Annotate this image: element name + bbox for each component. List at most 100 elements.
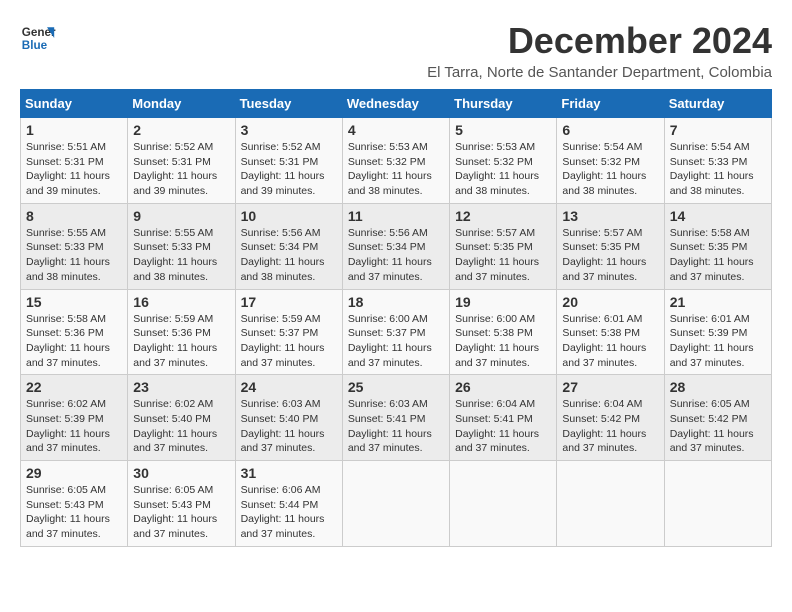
calendar-cell: 29Sunrise: 6:05 AM Sunset: 5:43 PM Dayli… <box>21 461 128 547</box>
day-number: 4 <box>348 122 444 138</box>
day-info: Sunrise: 5:52 AM Sunset: 5:31 PM Dayligh… <box>133 140 229 199</box>
day-info: Sunrise: 6:02 AM Sunset: 5:39 PM Dayligh… <box>26 397 122 456</box>
day-number: 28 <box>670 379 766 395</box>
day-number: 14 <box>670 208 766 224</box>
day-info: Sunrise: 5:59 AM Sunset: 5:37 PM Dayligh… <box>241 312 337 371</box>
calendar-cell <box>342 461 449 547</box>
calendar-cell: 3 Sunrise: 5:52 AM Sunset: 5:31 PM Daylig… <box>235 118 342 204</box>
day-info: Sunrise: 5:58 AM Sunset: 5:36 PM Dayligh… <box>26 312 122 371</box>
day-number: 29 <box>26 465 122 481</box>
day-number: 26 <box>455 379 551 395</box>
week-row-1: 1 Sunrise: 5:51 AM Sunset: 5:31 PM Daylig… <box>21 118 772 204</box>
calendar-cell <box>557 461 664 547</box>
calendar-cell: 9 Sunrise: 5:55 AM Sunset: 5:33 PM Daylig… <box>128 203 235 289</box>
day-number: 15 <box>26 294 122 310</box>
month-title: December 2024 <box>427 20 772 62</box>
day-number: 1 <box>26 122 122 138</box>
day-info: Sunrise: 6:05 AM Sunset: 5:42 PM Dayligh… <box>670 397 766 456</box>
calendar-cell: 23 Sunrise: 6:02 AM Sunset: 5:40 PM Dayli… <box>128 375 235 461</box>
day-number: 2 <box>133 122 229 138</box>
calendar-cell: 24 Sunrise: 6:03 AM Sunset: 5:40 PM Dayli… <box>235 375 342 461</box>
day-info: Sunrise: 5:52 AM Sunset: 5:31 PM Dayligh… <box>241 140 337 199</box>
calendar-cell: 4 Sunrise: 5:53 AM Sunset: 5:32 PM Daylig… <box>342 118 449 204</box>
day-info: Sunrise: 5:54 AM Sunset: 5:33 PM Dayligh… <box>670 140 766 199</box>
day-info: Sunrise: 5:57 AM Sunset: 5:35 PM Dayligh… <box>562 226 658 285</box>
day-info: Sunrise: 5:53 AM Sunset: 5:32 PM Dayligh… <box>455 140 551 199</box>
day-number: 23 <box>133 379 229 395</box>
calendar-cell: 7 Sunrise: 5:54 AM Sunset: 5:33 PM Daylig… <box>664 118 771 204</box>
day-info: Sunrise: 6:03 AM Sunset: 5:40 PM Dayligh… <box>241 397 337 456</box>
day-number: 9 <box>133 208 229 224</box>
day-info: Sunrise: 6:02 AM Sunset: 5:40 PM Dayligh… <box>133 397 229 456</box>
day-info: Sunrise: 6:01 AM Sunset: 5:39 PM Dayligh… <box>670 312 766 371</box>
day-number: 30 <box>133 465 229 481</box>
day-number: 18 <box>348 294 444 310</box>
calendar-cell: 20Sunrise: 6:01 AM Sunset: 5:38 PM Dayli… <box>557 289 664 375</box>
svg-text:Blue: Blue <box>22 39 48 52</box>
calendar-cell: 12Sunrise: 5:57 AM Sunset: 5:35 PM Dayli… <box>450 203 557 289</box>
calendar-cell: 19 Sunrise: 6:00 AM Sunset: 5:38 PM Dayli… <box>450 289 557 375</box>
location-subtitle: El Tarra, Norte de Santander Department,… <box>427 64 772 81</box>
calendar-table: SundayMondayTuesdayWednesdayThursdayFrid… <box>20 89 772 547</box>
calendar-cell: 21 Sunrise: 6:01 AM Sunset: 5:39 PM Dayli… <box>664 289 771 375</box>
calendar-cell: 25 Sunrise: 6:03 AM Sunset: 5:41 PM Dayli… <box>342 375 449 461</box>
week-row-3: 15 Sunrise: 5:58 AM Sunset: 5:36 PM Dayli… <box>21 289 772 375</box>
weekday-thursday: Thursday <box>450 90 557 118</box>
week-row-5: 29Sunrise: 6:05 AM Sunset: 5:43 PM Dayli… <box>21 461 772 547</box>
calendar-cell: 13Sunrise: 5:57 AM Sunset: 5:35 PM Dayli… <box>557 203 664 289</box>
weekday-wednesday: Wednesday <box>342 90 449 118</box>
day-info: Sunrise: 6:00 AM Sunset: 5:37 PM Dayligh… <box>348 312 444 371</box>
logo-icon: General Blue <box>20 20 56 56</box>
day-number: 27 <box>562 379 658 395</box>
calendar-cell: 2 Sunrise: 5:52 AM Sunset: 5:31 PM Daylig… <box>128 118 235 204</box>
calendar-cell: 30Sunrise: 6:05 AM Sunset: 5:43 PM Dayli… <box>128 461 235 547</box>
week-row-4: 22 Sunrise: 6:02 AM Sunset: 5:39 PM Dayli… <box>21 375 772 461</box>
weekday-monday: Monday <box>128 90 235 118</box>
calendar-cell <box>450 461 557 547</box>
day-info: Sunrise: 6:03 AM Sunset: 5:41 PM Dayligh… <box>348 397 444 456</box>
page-header: General Blue December 2024 El Tarra, Nor… <box>20 20 772 81</box>
day-info: Sunrise: 5:53 AM Sunset: 5:32 PM Dayligh… <box>348 140 444 199</box>
logo: General Blue <box>20 20 56 56</box>
calendar-cell: 10Sunrise: 5:56 AM Sunset: 5:34 PM Dayli… <box>235 203 342 289</box>
day-number: 11 <box>348 208 444 224</box>
calendar-cell: 15 Sunrise: 5:58 AM Sunset: 5:36 PM Dayli… <box>21 289 128 375</box>
calendar-cell: 6Sunrise: 5:54 AM Sunset: 5:32 PM Daylig… <box>557 118 664 204</box>
day-number: 22 <box>26 379 122 395</box>
day-info: Sunrise: 6:04 AM Sunset: 5:41 PM Dayligh… <box>455 397 551 456</box>
day-number: 16 <box>133 294 229 310</box>
day-number: 19 <box>455 294 551 310</box>
title-block: December 2024 El Tarra, Norte de Santand… <box>427 20 772 81</box>
day-number: 12 <box>455 208 551 224</box>
day-info: Sunrise: 6:04 AM Sunset: 5:42 PM Dayligh… <box>562 397 658 456</box>
day-info: Sunrise: 6:01 AM Sunset: 5:38 PM Dayligh… <box>562 312 658 371</box>
day-number: 21 <box>670 294 766 310</box>
day-info: Sunrise: 6:00 AM Sunset: 5:38 PM Dayligh… <box>455 312 551 371</box>
day-number: 17 <box>241 294 337 310</box>
weekday-saturday: Saturday <box>664 90 771 118</box>
weekday-tuesday: Tuesday <box>235 90 342 118</box>
day-number: 31 <box>241 465 337 481</box>
calendar-cell: 1 Sunrise: 5:51 AM Sunset: 5:31 PM Daylig… <box>21 118 128 204</box>
day-info: Sunrise: 5:51 AM Sunset: 5:31 PM Dayligh… <box>26 140 122 199</box>
day-number: 3 <box>241 122 337 138</box>
calendar-cell: 28 Sunrise: 6:05 AM Sunset: 5:42 PM Dayli… <box>664 375 771 461</box>
day-info: Sunrise: 6:06 AM Sunset: 5:44 PM Dayligh… <box>241 483 337 542</box>
day-number: 6 <box>562 122 658 138</box>
calendar-cell: 8 Sunrise: 5:55 AM Sunset: 5:33 PM Daylig… <box>21 203 128 289</box>
calendar-cell: 5Sunrise: 5:53 AM Sunset: 5:32 PM Daylig… <box>450 118 557 204</box>
weekday-friday: Friday <box>557 90 664 118</box>
calendar-cell: 22 Sunrise: 6:02 AM Sunset: 5:39 PM Dayli… <box>21 375 128 461</box>
calendar-cell: 31 Sunrise: 6:06 AM Sunset: 5:44 PM Dayli… <box>235 461 342 547</box>
day-number: 24 <box>241 379 337 395</box>
day-number: 7 <box>670 122 766 138</box>
day-info: Sunrise: 5:56 AM Sunset: 5:34 PM Dayligh… <box>348 226 444 285</box>
calendar-cell: 11 Sunrise: 5:56 AM Sunset: 5:34 PM Dayli… <box>342 203 449 289</box>
day-number: 8 <box>26 208 122 224</box>
day-info: Sunrise: 5:55 AM Sunset: 5:33 PM Dayligh… <box>26 226 122 285</box>
day-info: Sunrise: 5:55 AM Sunset: 5:33 PM Dayligh… <box>133 226 229 285</box>
calendar-cell: 18 Sunrise: 6:00 AM Sunset: 5:37 PM Dayli… <box>342 289 449 375</box>
week-row-2: 8 Sunrise: 5:55 AM Sunset: 5:33 PM Daylig… <box>21 203 772 289</box>
weekday-sunday: Sunday <box>21 90 128 118</box>
day-number: 25 <box>348 379 444 395</box>
